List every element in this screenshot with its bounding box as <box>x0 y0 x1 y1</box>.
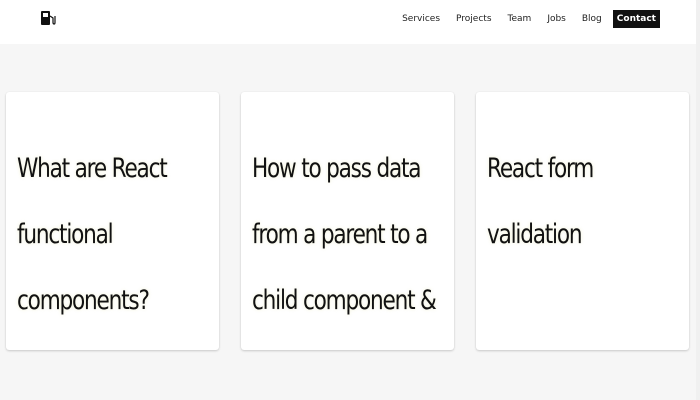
fuel-pump-icon[interactable] <box>40 10 56 26</box>
nav-link-team[interactable]: Team <box>508 10 532 28</box>
article-card-react-functional-components[interactable]: What are React functional components? <box>6 92 219 350</box>
nav-link-blog[interactable]: Blog <box>582 10 602 28</box>
nav-link-jobs[interactable]: Jobs <box>547 10 566 28</box>
article-card-react-form-validation[interactable]: React form validation <box>476 92 689 350</box>
card-title: What are React functional components? <box>17 153 168 316</box>
nav-link-projects[interactable]: Projects <box>456 10 491 28</box>
contact-button[interactable]: Contact <box>612 10 660 28</box>
top-navbar: Services Projects Team Jobs Blog Contact <box>0 0 700 44</box>
article-card-pass-data[interactable]: How to pass data from a parent to a chil… <box>241 92 454 350</box>
card-title: React form validation <box>487 153 594 250</box>
nav-link-services[interactable]: Services <box>402 10 440 28</box>
main-nav: Services Projects Team Jobs Blog Contact <box>402 10 660 28</box>
page-scrollbar[interactable] <box>696 0 700 400</box>
card-title: How to pass data from a parent to a chil… <box>252 153 437 316</box>
